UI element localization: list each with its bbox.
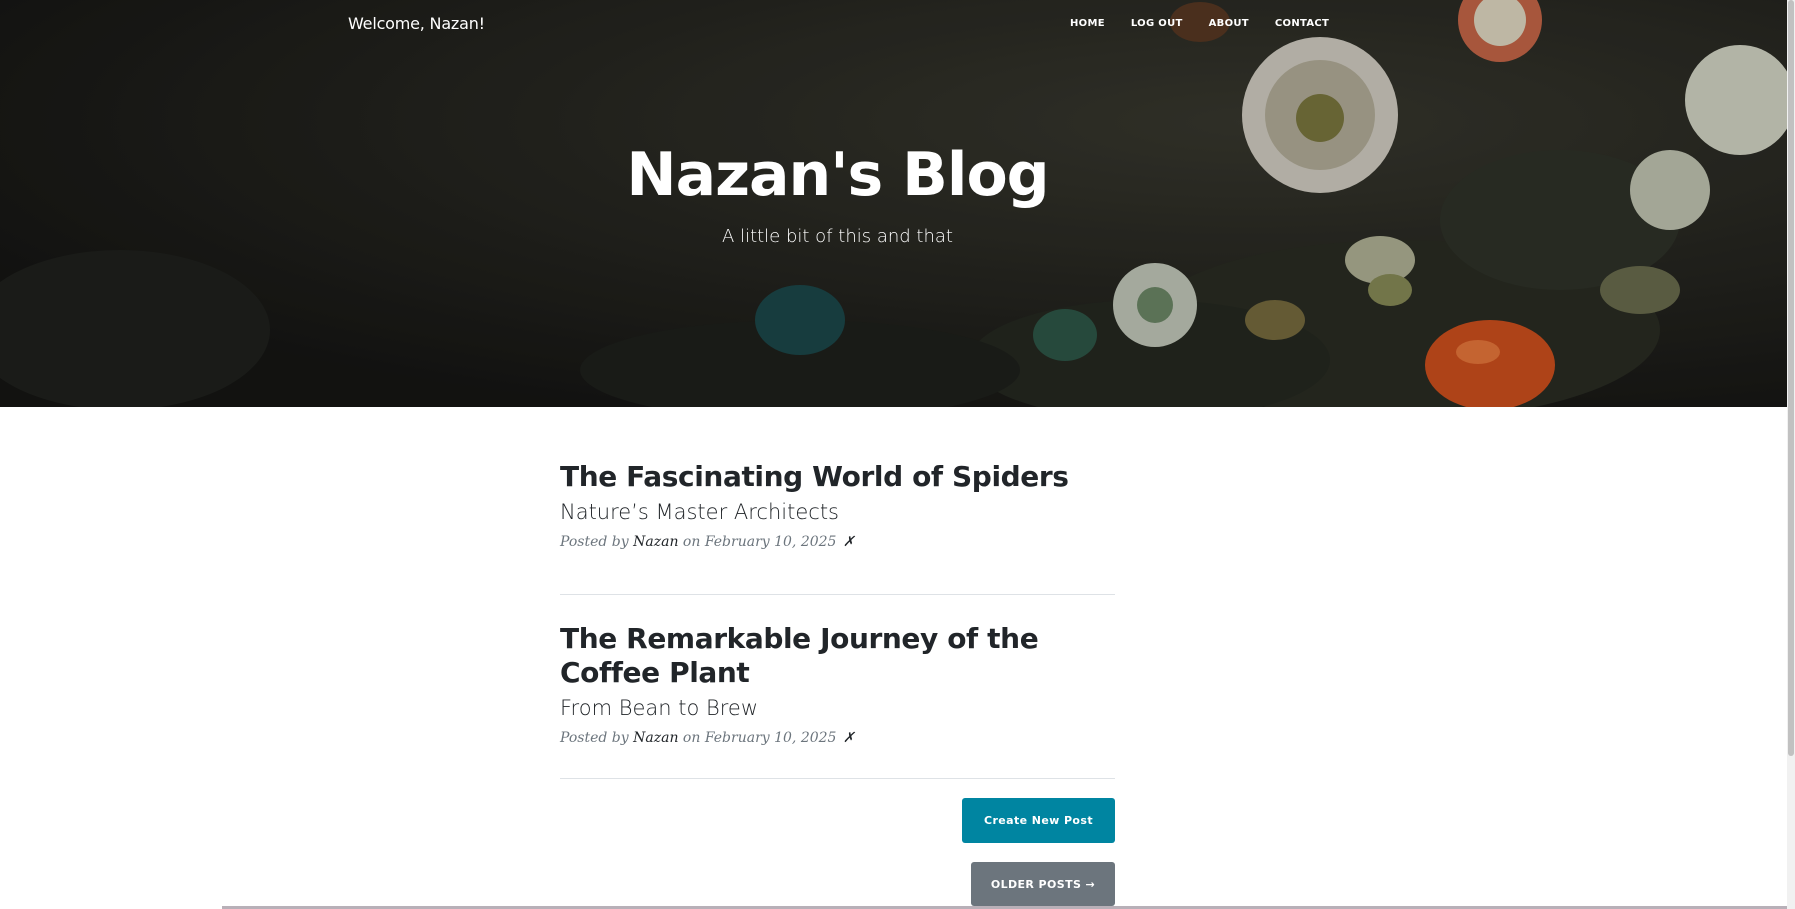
post-subtitle[interactable]: Nature’s Master Architects [560, 500, 1115, 524]
nav-link-about[interactable]: About [1209, 18, 1249, 29]
post-date: on February 10, 2025 [682, 730, 837, 746]
post-author-link[interactable]: Nazan [633, 534, 678, 550]
nav-link-contact[interactable]: Contact [1275, 18, 1329, 29]
nav-link-logout[interactable]: Log Out [1131, 18, 1183, 29]
post-meta-prefix: Posted by [560, 534, 629, 550]
navbar-brand[interactable]: Welcome, Nazan! [348, 14, 485, 33]
post-meta: Posted by Nazan on February 10, 2025 ✗ [560, 730, 1115, 746]
hero-header: Welcome, Nazan! Home Log Out About Conta… [0, 0, 1790, 407]
post-preview: The Fascinating World of Spiders Nature’… [560, 460, 1115, 595]
nav-links: Home Log Out About Contact [1070, 18, 1355, 29]
post-author-link[interactable]: Nazan [633, 730, 678, 746]
vertical-scrollbar[interactable] [1787, 0, 1795, 909]
main-navbar: Welcome, Nazan! Home Log Out About Conta… [0, 0, 1790, 50]
post-meta: Posted by Nazan on February 10, 2025 ✗ [560, 534, 1115, 550]
post-list: The Fascinating World of Spiders Nature’… [560, 460, 1115, 779]
older-posts-button[interactable]: Older Posts → [971, 862, 1115, 906]
scrollbar-thumb[interactable] [1788, 0, 1794, 756]
delete-post-icon[interactable]: ✗ [843, 730, 855, 746]
page-title: Nazan's Blog [626, 140, 1049, 210]
delete-post-icon[interactable]: ✗ [843, 534, 855, 550]
post-title[interactable]: The Remarkable Journey of the Coffee Pla… [560, 622, 1115, 690]
post-title[interactable]: The Fascinating World of Spiders [560, 460, 1115, 494]
post-date: on February 10, 2025 [682, 534, 837, 550]
post-preview: The Remarkable Journey of the Coffee Pla… [560, 622, 1115, 779]
page-subtitle: A little bit of this and that [722, 226, 953, 247]
post-subtitle[interactable]: From Bean to Brew [560, 696, 1115, 720]
nav-link-home[interactable]: Home [1070, 18, 1105, 29]
create-post-button[interactable]: Create New Post [962, 798, 1115, 843]
post-meta-prefix: Posted by [560, 730, 629, 746]
